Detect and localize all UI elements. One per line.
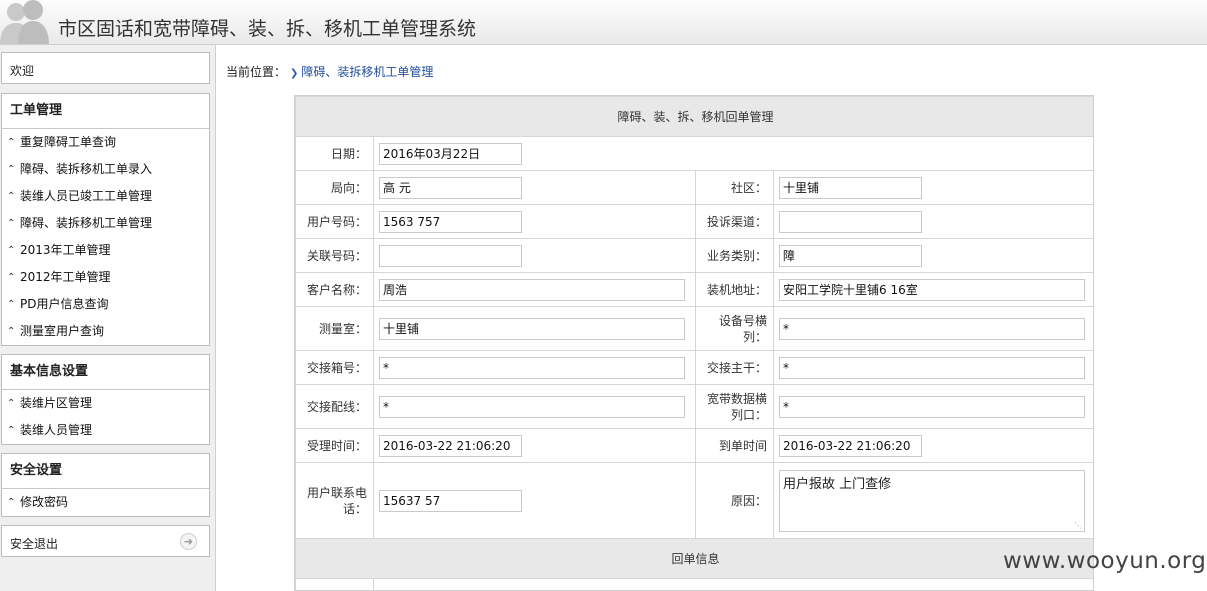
room-input[interactable]: 十里铺 (379, 317, 685, 340)
nav-group-title: 安全设置 (2, 454, 209, 489)
accept-time-input[interactable]: 2016-03-22 21:06:20 (379, 434, 522, 457)
broadband-port-input[interactable]: * (779, 395, 1085, 418)
sidebar-item-repeat-fault-query[interactable]: ⌃ 重复障碍工单查询 (2, 129, 209, 156)
nav-group-title: 工单管理 (2, 94, 209, 129)
accept-time-label: 受理时间： (295, 428, 374, 463)
welcome-panel: 欢迎 (1, 52, 210, 84)
arrow-right-icon: ➜ (180, 533, 197, 550)
sidebar-item-label: 2013年工单管理 (20, 243, 111, 257)
users-logo-icon (0, 0, 49, 44)
channel-input[interactable] (779, 210, 922, 233)
double-chevron-up-icon: ⌃ (7, 398, 16, 409)
phone-input[interactable]: 1563 757 (379, 210, 522, 233)
double-chevron-up-icon: ⌃ (7, 191, 16, 202)
arrive-time-input[interactable]: 2016-03-22 21:06:20 (779, 434, 922, 457)
double-chevron-up-icon: ⌃ (7, 272, 16, 283)
biztype-label: 业务类别： (695, 238, 774, 273)
sidebar-item-area-management[interactable]: ⌃ 装维片区管理 (2, 390, 209, 417)
arrive-time-label: 到单时间 (695, 428, 774, 463)
nav-group-security: 安全设置 ⌃ 修改密码 (1, 453, 210, 517)
sidebar-item-room-user-query[interactable]: ⌃ 测量室用户查询 (2, 318, 209, 345)
sidebar-item-order-entry[interactable]: ⌃ 障碍、装拆移机工单录入 (2, 156, 209, 183)
contact-phone-input[interactable]: 15637 57 (379, 489, 522, 512)
double-chevron-up-icon: ⌃ (7, 497, 16, 508)
breadcrumb-prefix: 当前位置： (226, 65, 281, 79)
app-header: 市区固话和宽带障碍、装、拆、移机工单管理系统 (0, 0, 1207, 45)
welcome-text: 欢迎 (10, 64, 35, 78)
nav-group-title: 基本信息设置 (2, 355, 209, 390)
device-input[interactable]: * (779, 317, 1085, 340)
sidebar: 欢迎 工单管理 ⌃ 重复障碍工单查询 ⌃ 障碍、装拆移机工单录入 ⌃ 装维人员已竣工工… (0, 45, 216, 591)
nav-group-order-management: 工单管理 ⌃ 重复障碍工单查询 ⌃ 障碍、装拆移机工单录入 ⌃ 装维人员已竣工工单管理… (1, 93, 210, 346)
trunk-label: 交接主干： (695, 350, 774, 385)
sidebar-item-staff-management[interactable]: ⌃ 装维人员管理 (2, 417, 209, 444)
watermark: www.wooyun.org (1003, 548, 1207, 574)
related-number-label: 关联号码： (295, 238, 374, 273)
date-input[interactable]: 2016年03月22日 (379, 142, 522, 165)
double-chevron-up-icon: ⌃ (7, 299, 16, 310)
nav-group-basic-settings: 基本信息设置 ⌃ 装维片区管理 ⌃ 装维人员管理 (1, 354, 210, 445)
date-label: 日期： (295, 136, 374, 171)
reason-text: 用户报故 上门查修 (783, 476, 892, 492)
form-title: 障碍、装、拆、移机回单管理 (295, 96, 1093, 137)
double-chevron-up-icon: ⌃ (7, 218, 16, 229)
sidebar-item-2012-orders[interactable]: ⌃ 2012年工单管理 (2, 264, 209, 291)
sidebar-item-completed-orders[interactable]: ⌃ 装维人员已竣工工单管理 (2, 183, 209, 210)
reason-textarea[interactable]: 用户报故 上门查修 ⋱ (779, 469, 1085, 532)
reason-label: 原因： (695, 462, 774, 539)
sidebar-item-label: PD用户信息查询 (20, 297, 109, 311)
sidebar-item-label: 装维人员已竣工工单管理 (20, 189, 153, 203)
address-input[interactable]: 安阳工学院十里铺6 16室 (779, 278, 1085, 301)
trunk-input[interactable]: * (779, 356, 1085, 379)
related-number-input[interactable] (379, 244, 522, 267)
community-label: 社区： (695, 170, 774, 205)
channel-label: 投诉渠道： (695, 204, 774, 239)
logout-button[interactable]: 安全退出 ➜ (1, 525, 210, 557)
sidebar-item-label: 障碍、装拆移机工单管理 (20, 216, 153, 230)
contact-phone-label: 用户联系电话： (295, 462, 374, 539)
sidebar-item-label: 2012年工单管理 (20, 270, 111, 284)
sidebar-item-change-password[interactable]: ⌃ 修改密码 (2, 489, 209, 516)
room-label: 测量室： (295, 306, 374, 351)
logout-label: 安全退出 (10, 537, 59, 551)
order-form: 障碍、装、拆、移机回单管理 日期： 2016年03月22日 局向： 高 元 社区… (294, 95, 1094, 591)
distribution-input[interactable]: * (379, 395, 685, 418)
address-label: 装机地址： (695, 272, 774, 307)
double-chevron-up-icon: ⌃ (7, 245, 16, 256)
broadband-port-label: 宽带数据横列口： (695, 384, 774, 429)
resize-grip-icon[interactable]: ⋱ (1074, 521, 1082, 530)
sidebar-item-label: 修改密码 (20, 495, 69, 509)
sidebar-item-label: 装维人员管理 (20, 423, 93, 437)
sidebar-item-2013-orders[interactable]: ⌃ 2013年工单管理 (2, 237, 209, 264)
sidebar-item-order-management[interactable]: ⌃ 障碍、装拆移机工单管理 (2, 210, 209, 237)
bureau-input[interactable]: 高 元 (379, 176, 522, 199)
box-input[interactable]: * (379, 356, 685, 379)
breadcrumb-arrow-icon: ❯ (290, 68, 299, 79)
double-chevron-up-icon: ⌃ (7, 326, 16, 337)
customer-input[interactable]: 周浩 (379, 278, 685, 301)
sidebar-item-label: 重复障碍工单查询 (20, 135, 117, 149)
biztype-input[interactable]: 障 (779, 244, 922, 267)
bureau-label: 局向： (295, 170, 374, 205)
box-label: 交接箱号： (295, 350, 374, 385)
double-chevron-up-icon: ⌃ (7, 137, 16, 148)
breadcrumb: 当前位置： ❯ 障碍、装拆移机工单管理 (226, 63, 433, 80)
double-chevron-up-icon: ⌃ (7, 425, 16, 436)
reply-section-title: 回单信息 (295, 538, 1093, 579)
double-chevron-up-icon: ⌃ (7, 164, 16, 175)
phone-label: 用户号码： (295, 204, 374, 239)
sidebar-item-label: 测量室用户查询 (20, 324, 105, 338)
sidebar-item-label: 装维片区管理 (20, 396, 93, 410)
breadcrumb-current[interactable]: 障碍、装拆移机工单管理 (301, 65, 433, 79)
community-input[interactable]: 十里铺 (779, 176, 922, 199)
sidebar-item-label: 障碍、装拆移机工单录入 (20, 162, 153, 176)
distribution-label: 交接配线： (295, 384, 374, 429)
customer-label: 客户名称： (295, 272, 374, 307)
device-label: 设备号横列： (695, 306, 774, 351)
app-title: 市区固话和宽带障碍、装、拆、移机工单管理系统 (58, 18, 477, 40)
sidebar-item-pd-user-query[interactable]: ⌃ PD用户信息查询 (2, 291, 209, 318)
